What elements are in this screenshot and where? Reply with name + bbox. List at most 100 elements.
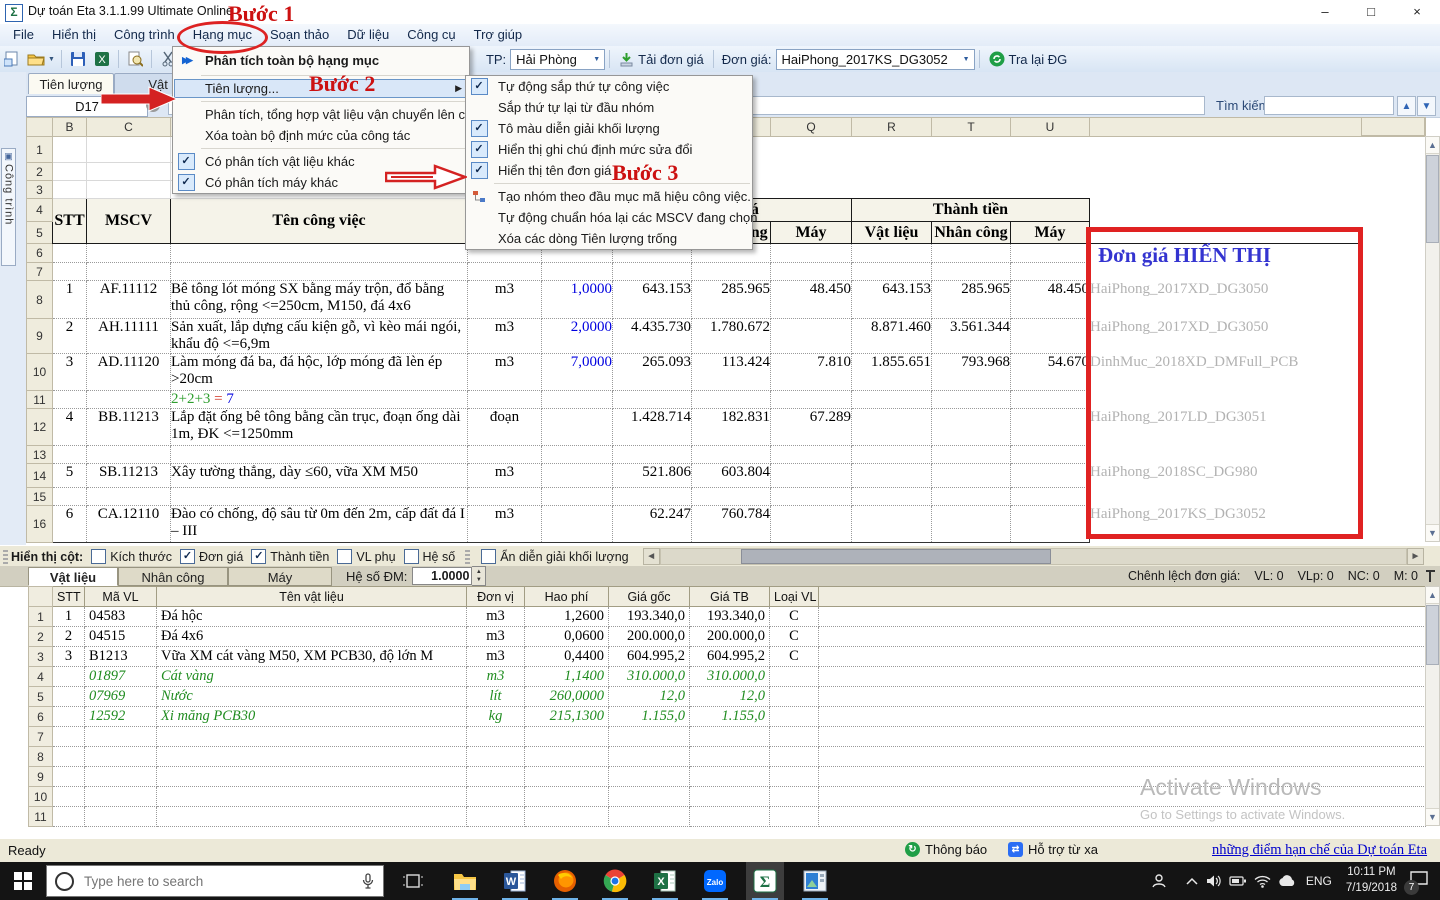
pin-icon[interactable] <box>1426 570 1435 583</box>
cell[interactable]: 62.247 <box>612 505 692 543</box>
cell[interactable] <box>170 243 468 263</box>
cell[interactable] <box>1010 408 1090 446</box>
cell[interactable] <box>86 180 171 199</box>
cell[interactable] <box>769 666 819 687</box>
cell[interactable] <box>524 746 609 767</box>
cell[interactable]: 260,0000 <box>524 686 609 707</box>
cell[interactable] <box>170 262 468 281</box>
export-excel-icon[interactable]: X <box>92 49 112 69</box>
cell[interactable]: Sản xuất, lắp dựng cấu kiện gỗ, vì kèo m… <box>170 318 468 354</box>
cell[interactable]: 200.000,0 <box>689 626 770 647</box>
cell[interactable]: Xi măng PCB30 <box>156 706 467 727</box>
col-letter[interactable] <box>26 117 53 137</box>
cell[interactable] <box>170 487 468 506</box>
cell[interactable] <box>52 806 85 827</box>
cell[interactable] <box>84 806 157 827</box>
main-grid-vscrollbar[interactable]: ▲ ▼ <box>1425 136 1440 542</box>
cell[interactable]: đoạn <box>467 408 542 446</box>
cell[interactable]: 3 <box>52 353 87 391</box>
cell[interactable]: 643.153 <box>851 280 932 319</box>
cell[interactable] <box>84 726 157 747</box>
row-number[interactable]: 10 <box>26 353 53 391</box>
cell[interactable] <box>769 806 819 827</box>
row-number[interactable]: 2 <box>26 162 53 181</box>
mat-header-hao-phi[interactable]: Hao phí <box>524 586 609 607</box>
photos-app-icon[interactable] <box>796 862 834 900</box>
cell[interactable] <box>1010 463 1090 488</box>
cell[interactable] <box>156 806 467 827</box>
cell[interactable]: m3 <box>466 606 525 627</box>
row-number[interactable]: 10 <box>28 786 53 807</box>
start-button[interactable] <box>0 862 46 900</box>
cell[interactable] <box>931 408 1011 446</box>
cell[interactable] <box>52 686 85 707</box>
scroll-thumb[interactable] <box>1426 155 1439 243</box>
cell[interactable]: 6 <box>52 505 87 543</box>
relookup-button[interactable]: Tra lại ĐG <box>989 51 1067 67</box>
checkbox-checked-icon[interactable]: ✓ <box>470 141 488 158</box>
cell[interactable] <box>86 162 171 181</box>
cell[interactable] <box>689 806 770 827</box>
search-next-button[interactable]: ▼ <box>1417 96 1436 116</box>
cell[interactable] <box>52 746 85 767</box>
cell[interactable] <box>467 487 542 506</box>
close-button[interactable]: × <box>1394 0 1440 24</box>
maximize-button[interactable]: □ <box>1348 0 1394 24</box>
cell[interactable]: 12,0 <box>608 686 690 707</box>
cell[interactable] <box>1010 318 1090 354</box>
col-letter[interactable] <box>1089 117 1362 137</box>
cell[interactable] <box>541 487 613 506</box>
cell[interactable] <box>52 180 87 199</box>
cell[interactable] <box>931 505 1011 543</box>
cell[interactable]: 215,1300 <box>524 706 609 727</box>
task-view-button[interactable] <box>394 862 432 900</box>
menubar-item-cong-trinh[interactable]: Công trình <box>105 24 184 46</box>
cell[interactable]: 182.831 <box>691 408 771 446</box>
row-number[interactable]: 16 <box>26 505 53 543</box>
cell[interactable]: 1.155,0 <box>608 706 690 727</box>
cell[interactable] <box>541 445 613 464</box>
cell[interactable] <box>541 463 613 488</box>
cell[interactable]: 310.000,0 <box>608 666 690 687</box>
cell[interactable] <box>156 726 467 747</box>
cell[interactable]: 48.450 <box>1010 280 1090 319</box>
cell[interactable] <box>932 163 1011 181</box>
wifi-icon[interactable] <box>1254 875 1271 888</box>
cell[interactable] <box>524 766 609 787</box>
row-number[interactable]: 2 <box>28 626 53 647</box>
eta-app-icon[interactable]: Σ <box>746 862 784 900</box>
cell[interactable] <box>467 390 542 409</box>
cell[interactable]: BB.11213 <box>86 408 171 446</box>
scroll-thumb[interactable] <box>1426 605 1439 665</box>
scroll-up-icon[interactable]: ▲ <box>1426 587 1439 604</box>
cell[interactable] <box>691 262 771 281</box>
cell[interactable]: 2 <box>52 318 87 354</box>
cell[interactable] <box>1011 163 1090 181</box>
hscroll-thumb[interactable] <box>740 549 1051 564</box>
cell[interactable] <box>52 726 85 747</box>
mat-header-ten-vat-lieu[interactable]: Tên vật liệu <box>156 586 467 607</box>
cell[interactable]: 04515 <box>84 626 157 647</box>
cell[interactable]: 793.968 <box>931 353 1011 391</box>
cell[interactable] <box>86 487 171 506</box>
cell[interactable] <box>156 766 467 787</box>
cell[interactable]: lít <box>466 686 525 707</box>
cell[interactable]: 04583 <box>84 606 157 627</box>
menubar-item-hien-thi[interactable]: Hiển thị <box>43 24 105 46</box>
menubar-item-file[interactable]: File <box>4 24 43 46</box>
cell[interactable] <box>86 243 171 263</box>
menu-item-tu-dong-sap-thu-tu-cong-viec[interactable]: ✓ Tự động sắp thứ tự công việc <box>466 76 752 97</box>
cell[interactable] <box>769 766 819 787</box>
checkbox-checked-icon[interactable]: ✓ <box>470 120 488 137</box>
row-number[interactable]: 4 <box>28 666 53 687</box>
col-letter-t[interactable]: T <box>931 117 1011 137</box>
row-number[interactable]: 8 <box>28 746 53 767</box>
firefox-icon[interactable] <box>546 862 584 900</box>
cell[interactable] <box>931 445 1011 464</box>
cell[interactable] <box>931 487 1011 506</box>
row-number[interactable]: 15 <box>26 487 53 506</box>
tab-vat-lieu[interactable]: Vật liệu <box>28 566 118 586</box>
menubar-item-tro-giup[interactable]: Trợ giúp <box>465 24 532 46</box>
cell[interactable]: C <box>769 646 819 667</box>
menu-item-tao-nhom-theo-dau-muc-ma-hieu-cong-viec[interactable]: Tạo nhóm theo đầu mục mã hiệu công việc. <box>466 186 752 207</box>
